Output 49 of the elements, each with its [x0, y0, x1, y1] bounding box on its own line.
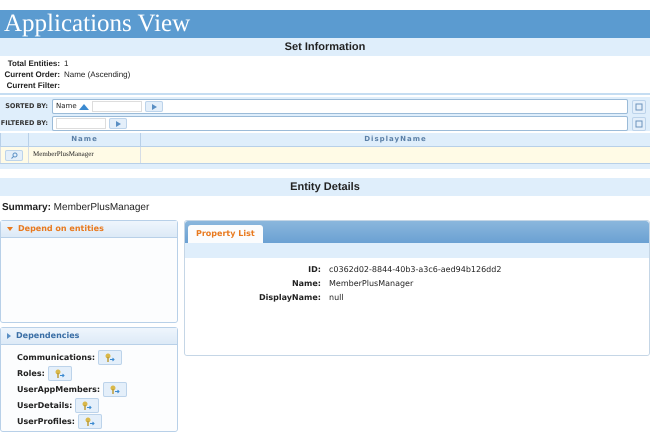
caret-icon: [7, 333, 11, 339]
info-label: Current Order:: [3, 69, 60, 80]
tab[interactable]: Property List: [188, 225, 263, 243]
info-value: 1: [64, 58, 70, 69]
key-button[interactable]: [48, 366, 72, 381]
view-button[interactable]: [5, 150, 23, 161]
clear-button[interactable]: [632, 116, 646, 130]
key-button[interactable]: [78, 414, 102, 429]
caret-icon: [7, 227, 13, 231]
key-icon: [82, 401, 92, 410]
property-value: MemberPlusManager: [329, 278, 414, 290]
key-button[interactable]: [98, 350, 122, 365]
text-input[interactable]: [56, 118, 106, 129]
section-header: Set Information: [0, 38, 650, 56]
square-icon: [635, 102, 643, 110]
panel-header[interactable]: Depend on entities: [1, 221, 177, 238]
dependency-label: Roles:: [17, 368, 45, 380]
play-button[interactable]: [109, 118, 127, 129]
property-label: DisplayName:: [258, 292, 321, 304]
section-header: Entity Details: [0, 178, 650, 196]
summary-text: Summary: MemberPlusManager: [1, 201, 150, 215]
info-label: Total Entities:: [6, 58, 60, 69]
dependency-label: UserDetails:: [17, 400, 72, 412]
panel-header[interactable]: Dependencies: [1, 328, 177, 345]
dependency-label: UserAppMembers:: [17, 384, 100, 396]
text-input[interactable]: [92, 101, 142, 112]
property-value: c0362d02-8844-40b3-a3c6-aed94b126dd2: [329, 264, 502, 276]
key-button[interactable]: [103, 382, 128, 397]
page-title: Applications View: [0, 10, 650, 38]
search-icon: [10, 152, 18, 159]
dependency-label: Communications:: [17, 352, 96, 364]
property-label: Name:: [290, 278, 321, 290]
key-icon: [54, 369, 65, 378]
property-label: ID:: [307, 264, 321, 276]
square-icon: [635, 120, 643, 128]
play-button[interactable]: [144, 101, 163, 112]
key-icon: [105, 353, 116, 362]
info-label: Current Filter:: [6, 80, 60, 91]
key-button[interactable]: [75, 398, 100, 413]
query-field[interactable]: [52, 116, 628, 131]
column-header: [0, 133, 28, 147]
play-icon: [150, 104, 157, 110]
clear-button[interactable]: [632, 100, 646, 114]
key-icon: [85, 417, 95, 426]
play-icon: [115, 120, 121, 126]
property-value: null: [329, 292, 345, 304]
dependency-label: UserProfiles:: [17, 416, 75, 428]
info-value: Name (Ascending): [64, 69, 132, 80]
key-icon: [110, 385, 120, 394]
